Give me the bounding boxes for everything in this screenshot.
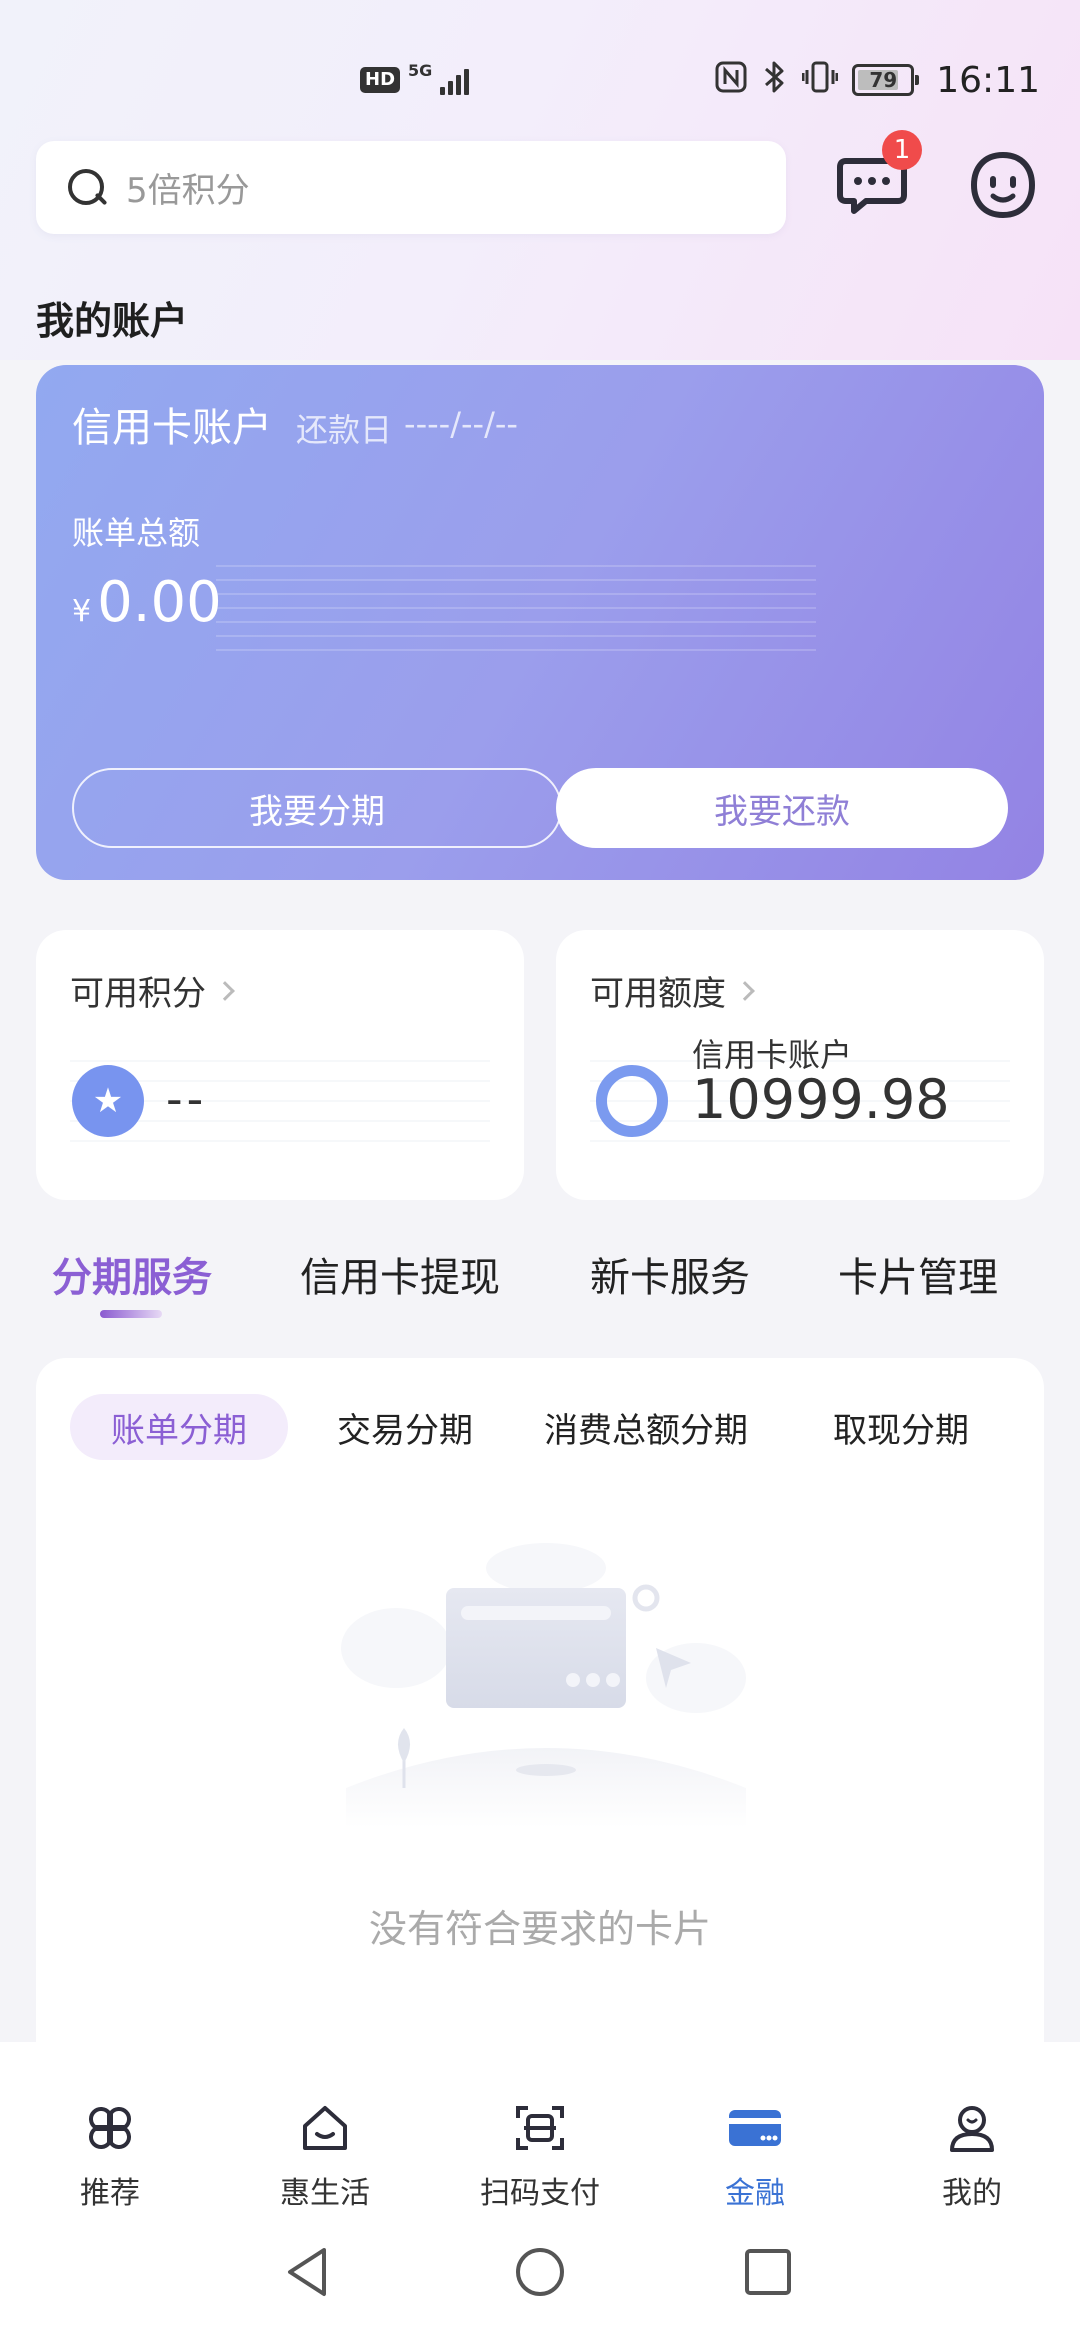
status-bar: HD 5G 79 16:11 — [0, 0, 1080, 140]
hd-badge: HD — [360, 67, 401, 93]
chevron-right-icon — [215, 980, 235, 1001]
network-indicator: HD 5G — [360, 60, 470, 100]
subtab-transaction-installment[interactable]: 交易分期 — [310, 1394, 500, 1460]
tab-installment-service[interactable]: 分期服务 — [52, 1245, 212, 1303]
chevron-right-icon — [735, 980, 755, 1001]
bank-card-icon — [729, 2110, 781, 2146]
nfc-icon — [714, 60, 748, 100]
message-badge: 1 — [882, 130, 922, 170]
network-type: 5G — [408, 60, 433, 80]
recent-apps-icon[interactable] — [738, 2242, 798, 2302]
scan-icon — [516, 2106, 564, 2150]
section-title: 我的账户 — [36, 299, 189, 343]
person-icon — [950, 2106, 994, 2152]
points-card[interactable]: 可用积分 ★ -- — [36, 930, 524, 1200]
nav-label: 扫码支付 — [480, 2176, 600, 2211]
limit-title-label: 可用额度 — [590, 974, 726, 1014]
customer-service-button[interactable] — [968, 150, 1038, 220]
card-decoration — [216, 565, 816, 655]
search-placeholder: 5倍积分 — [126, 171, 250, 211]
nav-mine[interactable]: 我的 — [892, 2100, 1052, 2212]
subtab-total-spend-installment[interactable]: 消费总额分期 — [526, 1394, 766, 1460]
service-tabs: 分期服务 信用卡提现 新卡服务 卡片管理 — [0, 1245, 1080, 1325]
bottom-navigation: 推荐 惠生活 扫码支付 金融 我的 — [0, 2042, 1080, 2222]
star-icon: ★ — [72, 1065, 144, 1137]
battery-level: 79 — [869, 68, 898, 92]
bill-total-label: 账单总额 — [72, 514, 201, 552]
nav-label: 我的 — [942, 2176, 1002, 2211]
search-icon — [66, 167, 108, 209]
credit-limit-card[interactable]: 可用额度 信用卡账户 10999.98 — [556, 930, 1044, 1200]
smiley-face-icon — [970, 151, 1036, 219]
nav-label: 惠生活 — [280, 2176, 370, 2211]
tab-indicator — [100, 1310, 162, 1318]
credit-card-account-card[interactable]: 信用卡账户 还款日 ----/--/-- 账单总额 ¥ 0.00 我要分期 我要… — [36, 365, 1044, 880]
nav-scan-pay[interactable]: 扫码支付 — [460, 2100, 620, 2212]
tab-credit-card-cash[interactable]: 信用卡提现 — [300, 1245, 500, 1303]
nav-finance[interactable]: 金融 — [675, 2100, 835, 2212]
points-title[interactable]: 可用积分 — [70, 966, 235, 1015]
ring-icon — [596, 1065, 668, 1137]
nav-label: 推荐 — [80, 2176, 140, 2211]
due-date-value: ----/--/-- — [404, 405, 518, 443]
tab-new-card-service[interactable]: 新卡服务 — [590, 1245, 750, 1303]
limit-title[interactable]: 可用额度 — [590, 966, 755, 1015]
house-smile-icon — [303, 2106, 347, 2150]
amount-value: 0.00 — [97, 570, 222, 635]
card-title: 信用卡账户 — [72, 405, 272, 451]
status-right: 79 16:11 — [714, 58, 1040, 102]
bluetooth-icon — [762, 59, 788, 101]
due-date: 还款日 ----/--/-- — [296, 405, 518, 451]
home-icon[interactable] — [510, 2242, 570, 2302]
tab-card-management[interactable]: 卡片管理 — [838, 1245, 998, 1303]
clock: 16:11 — [936, 59, 1040, 101]
limit-value: 10999.98 — [692, 1068, 950, 1131]
search-input[interactable]: 5倍积分 — [36, 141, 786, 234]
bill-total-amount: ¥ 0.00 — [72, 570, 222, 635]
nav-label: 金融 — [725, 2176, 785, 2211]
grid-petals-icon — [89, 2107, 131, 2149]
repay-button[interactable]: 我要还款 — [556, 768, 1008, 848]
subtab-bill-installment[interactable]: 账单分期 — [70, 1394, 288, 1460]
installment-button[interactable]: 我要分期 — [72, 768, 562, 848]
due-date-label: 还款日 — [296, 411, 393, 449]
nav-recommend[interactable]: 推荐 — [30, 2100, 190, 2212]
points-value: -- — [166, 1072, 208, 1126]
vibrate-icon — [801, 60, 839, 100]
back-icon[interactable] — [278, 2242, 338, 2302]
battery-icon: 79 — [852, 64, 920, 96]
signal-icon — [440, 65, 470, 95]
currency-symbol: ¥ — [72, 594, 92, 629]
card-placeholder-illustration — [341, 1543, 746, 1828]
points-title-label: 可用积分 — [70, 974, 206, 1014]
system-navigation-bar — [0, 2222, 1080, 2340]
subtab-cash-installment[interactable]: 取现分期 — [806, 1394, 996, 1460]
nav-life[interactable]: 惠生活 — [245, 2100, 405, 2212]
empty-state-text: 没有符合要求的卡片 — [368, 1907, 711, 1951]
